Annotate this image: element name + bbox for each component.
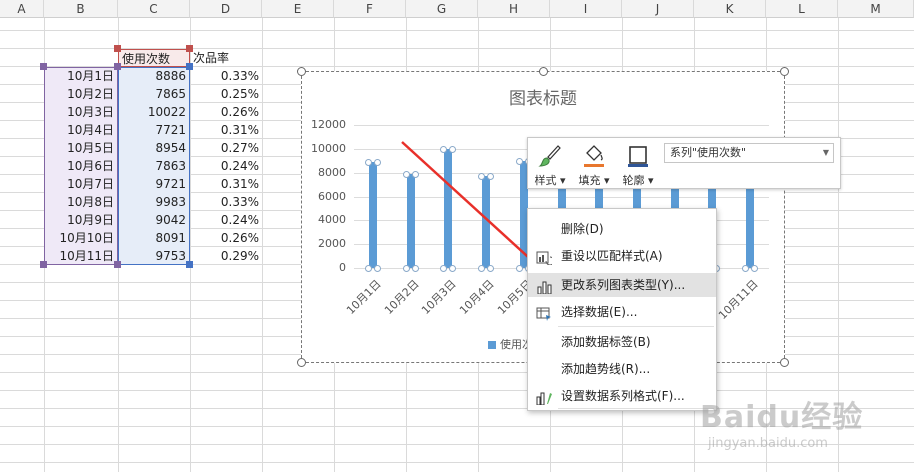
menu-item[interactable]: 重设以匹配样式(A) — [528, 244, 716, 268]
style-label: 样式 — [534, 174, 557, 187]
outline-label: 轮廓 — [622, 174, 645, 187]
menu-separator — [558, 408, 714, 409]
outline-button[interactable]: 轮廓 ▾ — [618, 141, 658, 187]
select-data-icon — [536, 305, 552, 321]
menu-item-label: 选择数据(E)... — [561, 305, 638, 319]
chart-format-toolbar: 样式 ▾ 填充 ▾ 轮廓 ▾ 系列"使用次数" ▼ — [527, 137, 841, 189]
menu-item-label: 添加趋势线(R)... — [561, 362, 651, 376]
menu-item[interactable]: 更改系列图表类型(Y)... — [528, 273, 716, 297]
menu-item[interactable]: 选择数据(E)... — [528, 300, 716, 324]
watermark-logo: Baidu经验 — [700, 400, 864, 435]
format-series-icon — [536, 389, 552, 406]
menu-item-label: 设置数据系列格式(F)... — [561, 389, 685, 403]
menu-item-label: 更改系列图表类型(Y)... — [561, 278, 686, 292]
menu-item[interactable]: 设置数据系列格式(F)... — [528, 384, 716, 408]
series-select[interactable]: 系列"使用次数" ▼ — [664, 143, 834, 163]
series-select-value: 系列"使用次数" — [670, 146, 747, 159]
fill-button[interactable]: 填充 ▾ — [574, 141, 614, 187]
bar-chart-icon — [536, 278, 552, 295]
watermark-url: jingyan.baidu.com — [708, 436, 828, 451]
fill-bucket-icon — [584, 145, 604, 167]
menu-item[interactable]: 添加数据标签(B) — [528, 330, 716, 354]
menu-item-label: 删除(D) — [561, 222, 604, 236]
menu-item-label: 重设以匹配样式(A) — [561, 249, 663, 263]
brush-icon — [538, 145, 561, 167]
context-menu: 删除(D) 重设以匹配样式(A) 更改系列图表类型(Y)... 选择数据(E)... 添… — [527, 208, 717, 411]
outline-icon — [628, 146, 648, 167]
menu-separator — [558, 326, 714, 327]
watermark: Baidu经验 jingyan.baidu.com — [700, 392, 910, 462]
reset-style-icon — [536, 249, 555, 266]
chevron-down-icon: ▼ — [822, 148, 829, 157]
menu-item[interactable]: 添加趋势线(R)... — [528, 357, 716, 381]
style-button[interactable]: 样式 ▾ — [530, 141, 570, 187]
menu-item[interactable]: 删除(D) — [528, 217, 716, 241]
fill-label: 填充 — [578, 174, 601, 187]
menu-item-label: 添加数据标签(B) — [561, 335, 651, 349]
